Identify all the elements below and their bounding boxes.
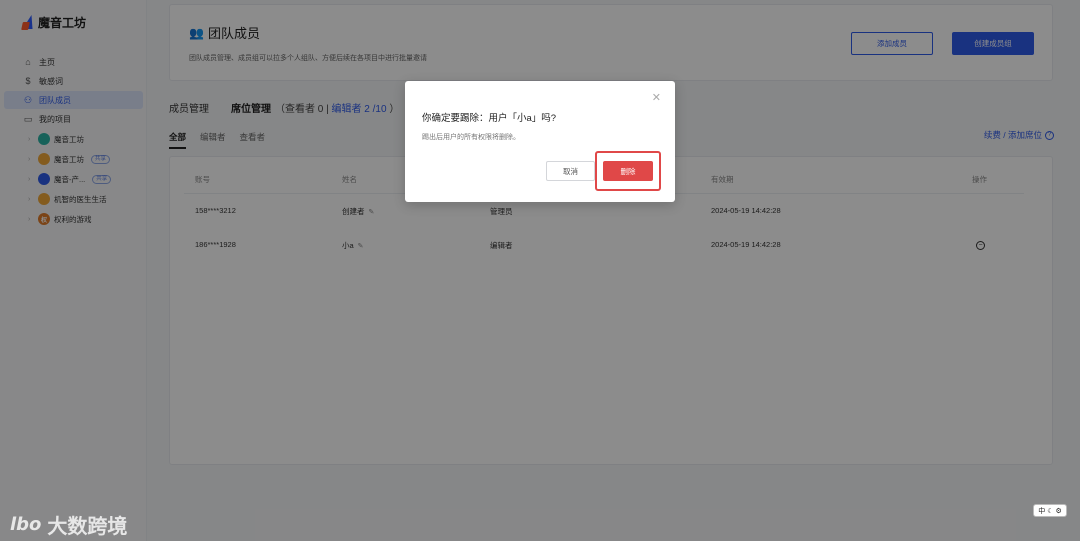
ime-indicator[interactable]: 中 ☾ ⚙ (1033, 504, 1067, 517)
ime-label: 中 (1038, 507, 1046, 515)
delete-button[interactable]: 删除 (603, 161, 653, 181)
watermark-text: 大数跨境 (47, 516, 128, 538)
watermark-logo: lbo (10, 514, 42, 535)
close-icon[interactable]: ✕ (652, 93, 661, 104)
dialog-description: 踢出后用户的所有权限将删除。 (422, 134, 520, 141)
dialog-title: 你确定要踢除：用户「小a」吗? (422, 113, 557, 124)
cancel-button[interactable]: 取消 (546, 161, 595, 181)
moon-icon: ☾ (1047, 507, 1054, 515)
gear-icon: ⚙ (1055, 507, 1062, 515)
watermark: lbo 大数跨境 (10, 510, 127, 539)
confirm-kick-dialog: ✕ 你确定要踢除：用户「小a」吗? 踢出后用户的所有权限将删除。 取消 删除 (405, 81, 675, 202)
